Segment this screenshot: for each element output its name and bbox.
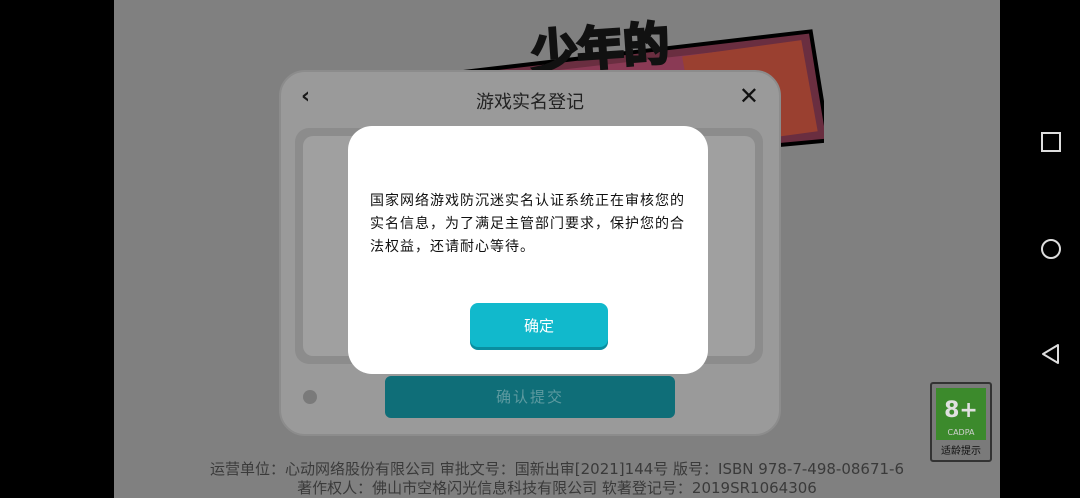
footer-line-1: 运营单位：心动网络股份有限公司 审批文号：国新出审[2021]144号 版号：I… (210, 460, 904, 478)
back-icon[interactable] (1040, 343, 1062, 365)
submit-button[interactable]: 确认提交 (385, 376, 675, 418)
recent-apps-icon[interactable] (1040, 131, 1062, 153)
agreement-radio[interactable] (303, 390, 317, 404)
modal-message: 国家网络游戏防沉迷实名认证系统正在审核您的实名信息，为了满足主管部门要求，保护您… (370, 193, 685, 255)
left-black-bar (0, 0, 114, 498)
age-rating-label: 适龄提示 (941, 446, 981, 457)
age-rating-panel: 8+ CADPA (936, 388, 986, 440)
dialog-title: 游戏实名登记 (476, 92, 584, 113)
close-icon[interactable]: ✕ (739, 82, 759, 110)
ok-button[interactable]: 确定 (470, 303, 608, 347)
age-rating-number: 8+ (944, 398, 978, 423)
age-rating-badge: 8+ CADPA 适龄提示 (930, 382, 992, 462)
review-pending-modal: 国家网络游戏防沉迷实名认证系统正在审核您的实名信息，为了满足主管部门要求，保护您… (348, 126, 708, 374)
footer-line-2: 著作权人：佛山市空格闪光信息科技有限公司 软著登记号：2019SR1064306 (297, 479, 817, 497)
home-icon[interactable] (1040, 238, 1062, 260)
age-rating-org: CADPA (947, 428, 975, 437)
